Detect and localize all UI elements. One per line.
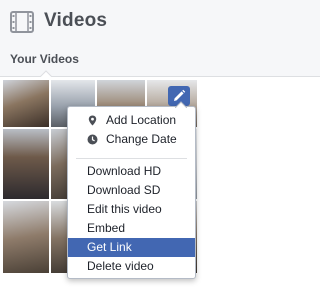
menu-divider	[76, 158, 187, 159]
clock-icon	[87, 134, 98, 145]
tab-your-videos[interactable]: Your Videos	[10, 52, 79, 66]
active-tab-indicator	[40, 70, 52, 77]
menu-item-edit-video[interactable]: Edit this video	[68, 200, 195, 219]
menu-item-download-hd[interactable]: Download HD	[68, 162, 195, 181]
page-header: Videos	[0, 0, 320, 44]
menu-item-download-sd[interactable]: Download SD	[68, 181, 195, 200]
menu-item-get-link[interactable]: Get Link	[68, 238, 195, 257]
menu-item-label: Edit this video	[87, 202, 162, 216]
video-thumbnail[interactable]	[3, 201, 49, 273]
menu-item-label: Embed	[87, 221, 126, 235]
menu-item-label: Download HD	[87, 164, 162, 178]
page-title: Videos	[44, 10, 108, 31]
location-pin-icon	[88, 115, 97, 126]
menu-item-add-location[interactable]: Add Location	[68, 111, 195, 130]
menu-item-label: Delete video	[87, 259, 154, 273]
menu-item-label: Get Link	[87, 240, 132, 254]
tab-bar: Your Videos	[0, 44, 320, 77]
video-thumbnail[interactable]	[3, 80, 49, 127]
menu-pointer	[175, 101, 187, 108]
menu-item-embed[interactable]: Embed	[68, 219, 195, 238]
film-strip-icon	[10, 11, 34, 33]
menu-item-label: Change Date	[106, 132, 177, 146]
menu-item-label: Add Location	[106, 113, 177, 127]
menu-item-change-date[interactable]: Change Date	[68, 130, 195, 149]
video-options-menu: Add Location Change Date Download HD Dow…	[67, 101, 196, 279]
menu-item-delete-video[interactable]: Delete video	[68, 257, 195, 276]
video-thumbnail[interactable]	[3, 129, 49, 199]
menu-item-label: Download SD	[87, 183, 161, 197]
